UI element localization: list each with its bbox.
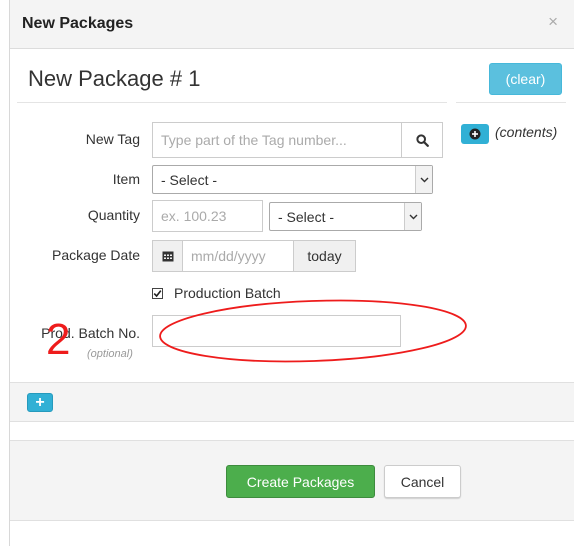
optional-hint: (optional) — [87, 348, 133, 360]
new-tag-label: New Tag — [85, 131, 140, 147]
plus-circle-icon — [469, 128, 481, 140]
quantity-input[interactable]: ex. 100.23 — [152, 200, 263, 232]
close-icon[interactable]: × — [548, 13, 558, 31]
unit-select[interactable]: - Select - — [269, 202, 422, 231]
calendar-icon — [162, 251, 173, 262]
production-batch-checkbox[interactable] — [152, 288, 163, 299]
package-date-input[interactable]: mm/dd/yyyy — [182, 240, 294, 272]
quantity-label: Quantity — [87, 207, 140, 223]
create-packages-button[interactable]: Create Packages — [226, 465, 375, 498]
item-select-value: - Select - — [161, 171, 218, 188]
today-button[interactable]: today — [293, 240, 356, 272]
checkmark-icon — [153, 290, 162, 298]
package-title: New Package # 1 — [28, 66, 201, 91]
tag-search-placeholder: Type part of the Tag number... — [161, 132, 347, 148]
batch-number-input[interactable] — [152, 315, 401, 347]
package-date-placeholder: mm/dd/yyyy — [191, 248, 266, 264]
annotation-number: 2 — [46, 315, 71, 364]
item-select[interactable]: - Select - — [152, 165, 433, 194]
divider — [17, 102, 447, 103]
chevron-down-icon — [404, 203, 421, 230]
clear-button[interactable]: (clear) — [489, 63, 562, 95]
item-label: Item — [112, 171, 140, 187]
unit-select-value: - Select - — [278, 208, 335, 225]
tag-search-input[interactable]: Type part of the Tag number... — [152, 122, 402, 158]
quantity-placeholder: ex. 100.23 — [161, 208, 227, 224]
modal-footer: Create Packages Cancel — [10, 440, 574, 521]
modal-header: New Packages × — [10, 0, 574, 49]
package-date-label: Package Date — [52, 247, 140, 263]
modal-title: New Packages — [22, 15, 134, 32]
search-icon — [415, 133, 429, 147]
tag-search-button[interactable] — [401, 122, 443, 158]
add-package-button[interactable]: + — [27, 393, 53, 412]
add-package-row: + — [10, 382, 574, 422]
contents-button[interactable] — [461, 124, 489, 144]
cancel-button[interactable]: Cancel — [384, 465, 461, 498]
divider — [456, 102, 566, 103]
calendar-addon[interactable] — [152, 240, 183, 272]
production-batch-label: Production Batch — [174, 285, 281, 301]
chevron-down-icon — [415, 166, 432, 193]
batch-number-label: Prod. Batch No. — [41, 325, 140, 341]
contents-label: (contents) — [495, 124, 558, 140]
